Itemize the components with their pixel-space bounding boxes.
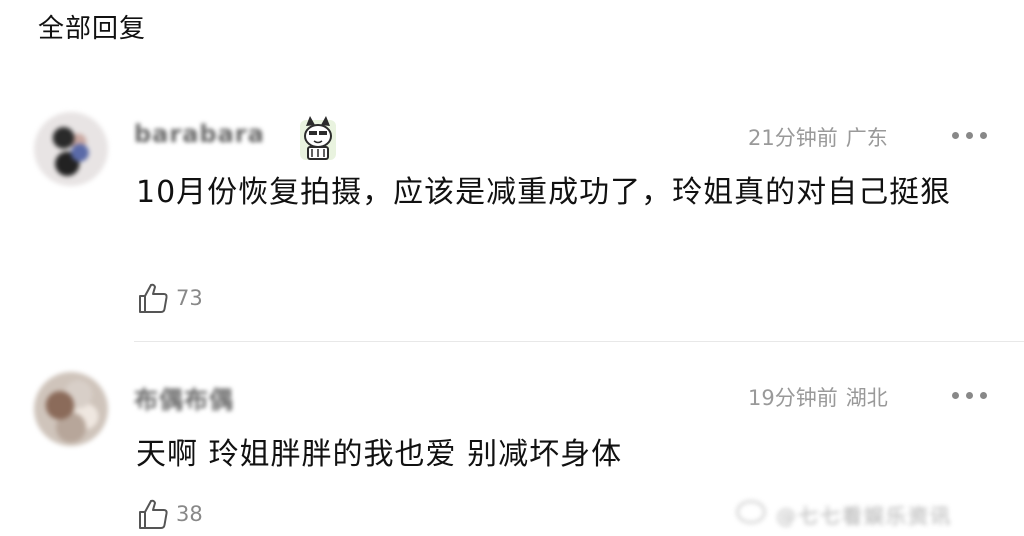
- like-count: 38: [176, 502, 203, 526]
- more-options-icon[interactable]: [950, 390, 990, 400]
- like-count: 73: [176, 286, 203, 310]
- thumbs-up-icon: [139, 283, 168, 313]
- like-button[interactable]: 73: [136, 280, 203, 316]
- section-title: 全部回复: [38, 14, 147, 44]
- weibo-logo-icon: [736, 500, 766, 524]
- like-button[interactable]: 38: [136, 496, 203, 532]
- watermark-text: @七七看娱乐资讯: [776, 504, 952, 528]
- comment-meta: 19分钟前 湖北: [748, 382, 888, 412]
- thumbs-up-icon: [139, 499, 168, 529]
- watermark: @七七看娱乐资讯: [736, 496, 1016, 530]
- avatar[interactable]: [34, 112, 108, 186]
- comments-page: 全部回复 barabara 21分钟前 广东 10月份恢复拍摄，应该是减重成功了，…: [0, 0, 1024, 536]
- cat-sticker-icon: [300, 116, 336, 160]
- comment-text: 天啊 玲姐胖胖的我也爱 别减坏身体: [136, 437, 623, 472]
- more-options-icon[interactable]: [950, 130, 990, 140]
- username[interactable]: 布偶布偶: [134, 380, 234, 414]
- comment-time: 19分钟前: [748, 386, 838, 410]
- comment-location: 湖北: [845, 386, 888, 410]
- comment-meta: 21分钟前 广东: [748, 122, 888, 152]
- divider: [134, 341, 1024, 342]
- comment-time: 21分钟前: [748, 126, 838, 150]
- avatar[interactable]: [34, 372, 108, 446]
- username[interactable]: barabara: [134, 120, 265, 150]
- comment-location: 广东: [845, 126, 888, 150]
- comment-text: 10月份恢复拍摄，应该是减重成功了，玲姐真的对自己挺狠: [136, 175, 952, 210]
- comment-item: barabara 21分钟前 广东 10月份恢复拍摄，应该是减重成功了，玲姐真的对…: [0, 108, 1024, 338]
